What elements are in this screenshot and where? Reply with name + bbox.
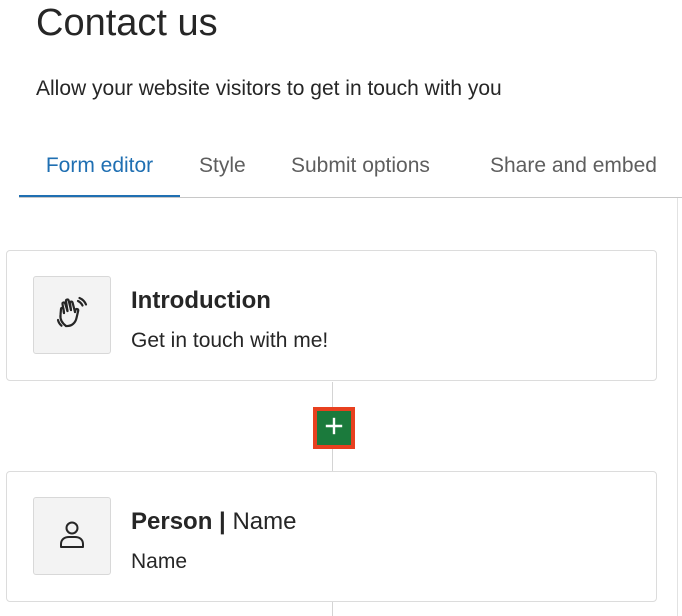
add-block-button[interactable] [317, 411, 351, 445]
block-description: Name [131, 550, 188, 573]
tab-bar: Form editor Style Submit options Share a… [19, 140, 682, 198]
tab-label: Share and embed [490, 154, 657, 177]
waving-hand-icon [52, 293, 92, 338]
block-title-suffix: Name [232, 508, 297, 535]
tab-label: Style [199, 154, 246, 177]
tab-label: Submit options [291, 154, 430, 177]
page-title: Contact us [36, 2, 218, 44]
block-title-separator: | [219, 508, 226, 535]
plus-icon [325, 417, 343, 440]
block-title: Person | Name [131, 508, 296, 536]
block-title: Introduction [131, 287, 271, 314]
add-block-button-highlight[interactable] [313, 407, 355, 449]
person-icon [55, 517, 89, 556]
block-icon-tile [33, 276, 111, 354]
tab-label: Form editor [45, 154, 154, 177]
tab-submit-options[interactable]: Submit options [291, 140, 430, 198]
canvas-divider [677, 198, 678, 616]
block-icon-tile [33, 497, 111, 575]
block-title-main: Person [131, 508, 213, 535]
form-block-person-name[interactable]: Person | Name Name [6, 471, 657, 602]
tab-form-editor[interactable]: Form editor [19, 140, 180, 198]
page-subtitle: Allow your website visitors to get in to… [36, 77, 502, 100]
tab-share-and-embed[interactable]: Share and embed [490, 140, 657, 198]
form-block-introduction[interactable]: Introduction Get in touch with me! [6, 250, 657, 381]
tab-style[interactable]: Style [199, 140, 246, 198]
block-description: Get in touch with me! [131, 329, 329, 352]
